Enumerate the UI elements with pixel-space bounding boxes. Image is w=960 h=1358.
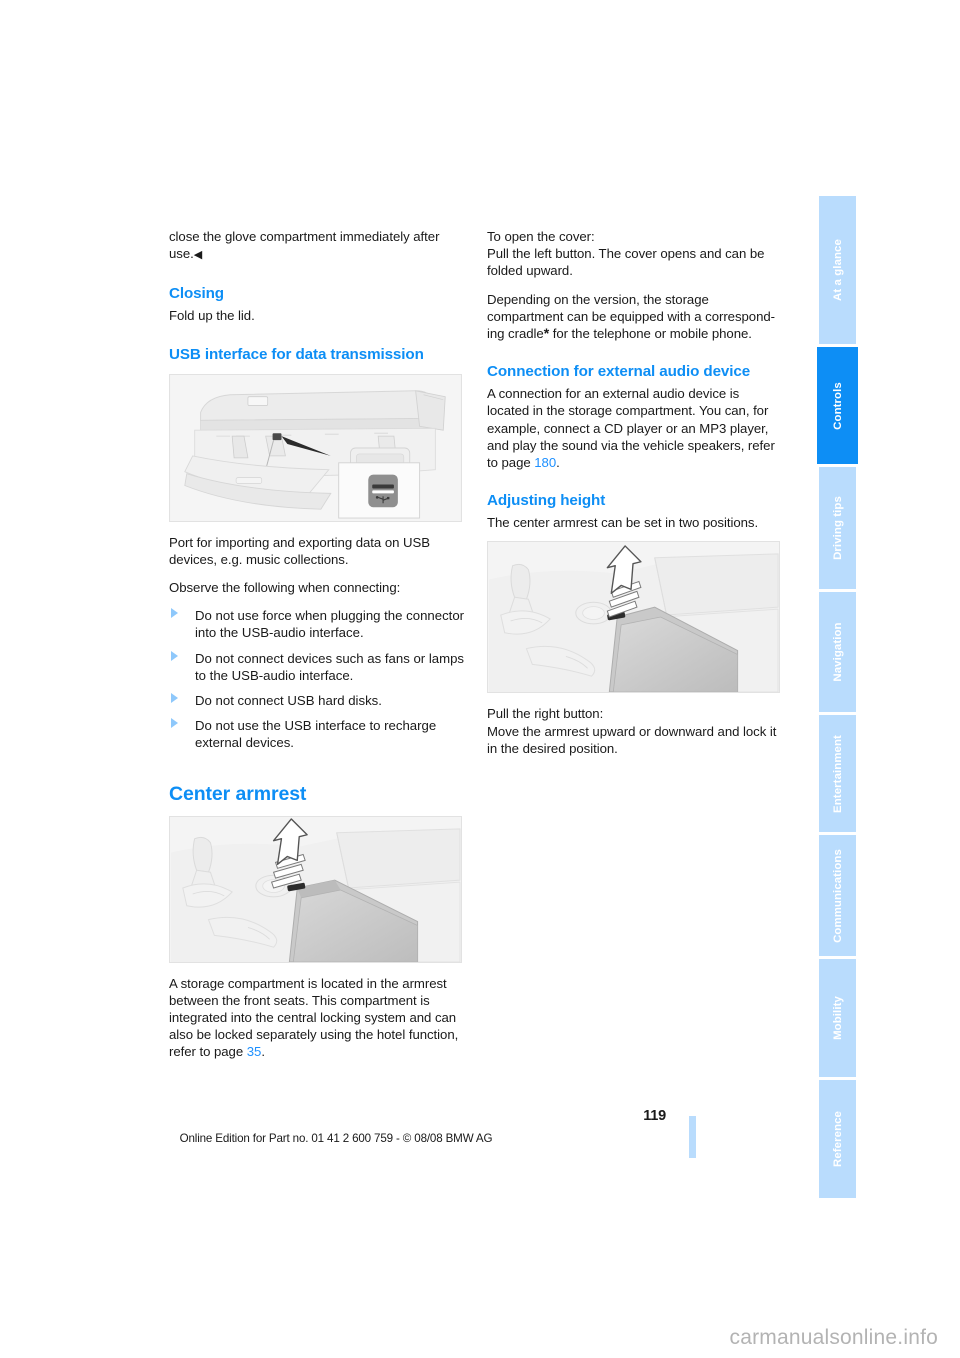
tab-label: Communications bbox=[831, 848, 844, 943]
list-item: Do not use the USB interface to recharge… bbox=[169, 717, 465, 751]
page-reference-link[interactable]: 35 bbox=[247, 1044, 262, 1059]
figure-center-armrest bbox=[169, 815, 462, 963]
external-audio-paragraph: A connection for an external audio devic… bbox=[487, 385, 783, 471]
tab-communications[interactable]: Communications bbox=[819, 835, 856, 956]
list-item-label: Do not use the USB interface to recharge… bbox=[195, 718, 437, 751]
right-text-column: To open the cover: Pull the left button.… bbox=[487, 228, 783, 757]
triangle-bullet-icon bbox=[171, 693, 178, 704]
list-item-label: Do not connect devices such as fans or l… bbox=[195, 650, 465, 683]
footer-accent-bar bbox=[689, 1116, 696, 1158]
tab-mobility[interactable]: Mobility bbox=[819, 959, 856, 1077]
armrest-text-b: . bbox=[261, 1044, 265, 1060]
triangle-bullet-icon bbox=[171, 608, 178, 619]
chapter-index-tabs: At a glance Controls Driving tips Naviga… bbox=[817, 196, 960, 1198]
warning-end-marker: ◀ bbox=[193, 249, 203, 262]
page-number: 119 bbox=[643, 1108, 666, 1124]
tab-at-a-glance[interactable]: At a glance bbox=[819, 196, 856, 344]
tab-navigation[interactable]: Navigation bbox=[819, 592, 856, 712]
triangle-bullet-icon bbox=[171, 650, 178, 661]
cradle-paragraph: Depending on the version, the storage co… bbox=[487, 291, 783, 343]
edition-notice: Online Edition for Part no. 01 41 2 600 … bbox=[179, 1132, 493, 1145]
adjusting-height-intro: The center armrest can be set in two pos… bbox=[487, 515, 759, 531]
list-item-label: Do not connect USB hard disks. bbox=[195, 693, 382, 709]
external-audio-text-b: . bbox=[556, 455, 560, 471]
tab-controls[interactable]: Controls bbox=[817, 347, 858, 464]
heading-usb-interface: USB interface for data transmission bbox=[169, 345, 424, 363]
figure-armrest-height-adjust bbox=[487, 541, 780, 694]
tab-label: Navigation bbox=[831, 622, 844, 682]
list-item: Do not use force when plugging the conne… bbox=[169, 607, 465, 641]
center-armrest-paragraph: A storage compartment is located in the … bbox=[169, 975, 465, 1061]
external-audio-text-a: A connection for an external audio devic… bbox=[487, 386, 775, 471]
closing-paragraph: Fold up the lid. bbox=[169, 308, 255, 324]
tab-entertainment[interactable]: Entertainment bbox=[819, 715, 856, 832]
heading-center-armrest: Center armrest bbox=[169, 782, 307, 805]
page-footer: 119 Online Edition for Part no. 01 41 2 … bbox=[0, 1108, 960, 1172]
site-watermark: carmanualsonline.info bbox=[729, 1326, 938, 1349]
figure-glove-compartment-usb bbox=[169, 373, 462, 522]
tab-driving-tips[interactable]: Driving tips bbox=[819, 467, 856, 589]
list-item-label: Do not use force when plugging the conne… bbox=[195, 608, 465, 641]
glove-compartment-intro-paragraph: close the glove compartment immediately … bbox=[169, 228, 465, 264]
heading-external-audio-connection: Connection for external audio device bbox=[487, 363, 751, 381]
pull-right-button-line-2: Move the armrest upward or downward and … bbox=[487, 723, 777, 756]
usb-precaution-list: Do not use force when plugging the conne… bbox=[169, 607, 465, 751]
usb-paragraph-2: Observe the following when connecting: bbox=[169, 580, 401, 596]
tab-label: Mobility bbox=[831, 996, 844, 1040]
tab-label: Driving tips bbox=[831, 496, 844, 560]
cradle-text-b: for the telephone or mobile phone. bbox=[549, 326, 752, 342]
triangle-bullet-icon bbox=[171, 718, 178, 729]
list-item: Do not connect devices such as fans or l… bbox=[169, 650, 465, 684]
left-text-column: close the glove compartment immediately … bbox=[169, 228, 465, 1061]
open-cover-line-2: Pull the left button. The cover opens an… bbox=[487, 246, 765, 279]
manual-page: close the glove compartment immediately … bbox=[0, 0, 960, 1358]
intro-text: close the glove compartment immediately … bbox=[169, 229, 440, 262]
pull-right-button-line-1: Pull the right button: bbox=[487, 706, 604, 722]
open-cover-line-1: To open the cover: bbox=[487, 229, 595, 244]
tab-label: Entertainment bbox=[831, 734, 844, 813]
list-item: Do not connect USB hard disks. bbox=[169, 692, 465, 709]
heading-closing: Closing bbox=[169, 285, 224, 303]
page-reference-link[interactable]: 180 bbox=[534, 455, 556, 470]
heading-adjusting-height: Adjusting height bbox=[487, 492, 606, 510]
usb-paragraph-1: Port for importing and exporting data on… bbox=[169, 534, 430, 567]
tab-label: Controls bbox=[831, 381, 844, 430]
tab-label: At a glance bbox=[831, 239, 844, 301]
armrest-text-a: A storage compartment is located in the … bbox=[169, 975, 459, 1060]
